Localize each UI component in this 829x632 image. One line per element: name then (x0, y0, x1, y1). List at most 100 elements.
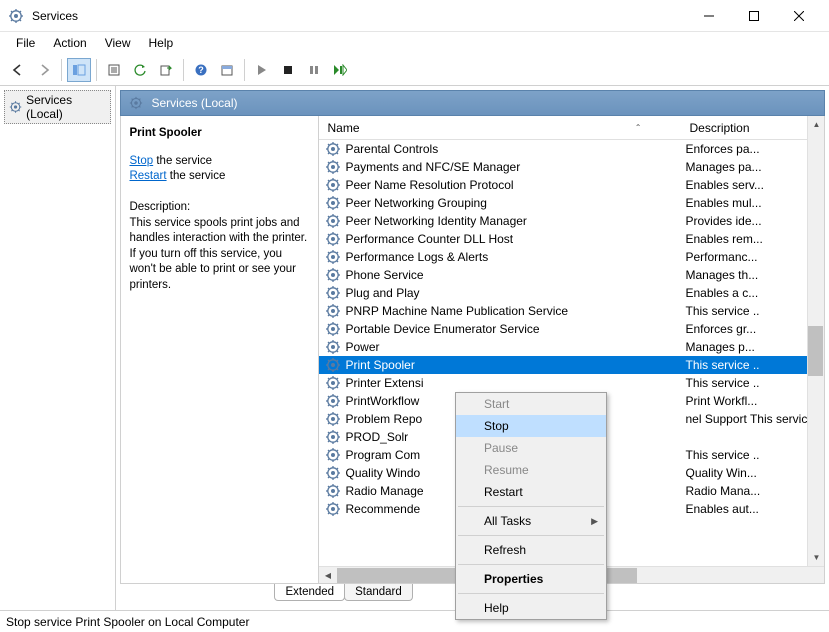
gear-icon (325, 321, 341, 337)
context-menu: StartStopPauseResumeRestartAll Tasks▶Ref… (455, 392, 607, 620)
refresh-button[interactable] (128, 58, 152, 82)
properties-button[interactable] (102, 58, 126, 82)
toolbar-button[interactable] (215, 58, 239, 82)
context-menu-item: Start (456, 393, 606, 415)
service-name: Peer Networking Identity Manager (345, 214, 681, 228)
pause-service-button[interactable] (302, 58, 326, 82)
service-row[interactable]: Printer ExtensiThis service .. (319, 374, 824, 392)
service-row[interactable]: Payments and NFC/SE ManagerManages pa... (319, 158, 824, 176)
restart-service-button[interactable] (328, 58, 352, 82)
close-button[interactable] (776, 1, 821, 31)
service-row[interactable]: Peer Networking Identity ManagerProvides… (319, 212, 824, 230)
service-description: nel Support This service .. (681, 412, 824, 426)
tab-extended[interactable]: Extended (274, 584, 345, 601)
service-row[interactable]: Performance Counter DLL HostEnables rem.… (319, 230, 824, 248)
export-button[interactable] (154, 58, 178, 82)
maximize-button[interactable] (731, 1, 776, 31)
gear-icon (325, 303, 341, 319)
detail-desc-label: Description: (129, 200, 310, 216)
list-header: Name ⌃ Description (319, 116, 824, 140)
service-description: Enforces pa... (681, 142, 824, 156)
service-name: Print Spooler (345, 358, 681, 372)
gear-icon (325, 285, 341, 301)
menu-file[interactable]: File (8, 34, 43, 52)
vertical-scrollbar[interactable]: ▲ ▼ (807, 116, 824, 566)
scroll-left-icon[interactable]: ◀ (319, 567, 336, 584)
detail-restart-line: Restart the service (129, 169, 310, 185)
service-description: Print Workfl... (681, 394, 824, 408)
scroll-down-icon[interactable]: ▼ (808, 549, 824, 566)
context-menu-item[interactable]: Stop (456, 415, 606, 437)
context-menu-item[interactable]: All Tasks▶ (456, 510, 606, 532)
gear-icon (325, 375, 341, 391)
service-row[interactable]: Peer Name Resolution ProtocolEnables ser… (319, 176, 824, 194)
service-row[interactable]: PNRP Machine Name Publication ServiceThi… (319, 302, 824, 320)
service-description: This service .. (681, 376, 824, 390)
service-description: Performanc... (681, 250, 824, 264)
scroll-up-icon[interactable]: ▲ (808, 116, 824, 133)
menu-action[interactable]: Action (45, 34, 94, 52)
service-name: Peer Networking Grouping (345, 196, 681, 210)
gear-icon (129, 96, 143, 110)
minimize-button[interactable] (686, 1, 731, 31)
service-description: Enables rem... (681, 232, 824, 246)
toolbar-separator (183, 59, 184, 81)
start-service-button[interactable] (250, 58, 274, 82)
column-description[interactable]: Description (681, 117, 824, 139)
scroll-thumb[interactable] (808, 326, 823, 376)
service-description: Manages th... (681, 268, 824, 282)
pane-header: Services (Local) (120, 90, 825, 116)
service-row[interactable]: Performance Logs & AlertsPerformanc... (319, 248, 824, 266)
gear-icon (325, 429, 341, 445)
stop-service-button[interactable] (276, 58, 300, 82)
context-menu-item[interactable]: Properties (456, 568, 606, 590)
toolbar-separator (61, 59, 62, 81)
tree-root-label: Services (Local) (26, 93, 106, 121)
context-menu-separator (458, 593, 604, 594)
service-name: Payments and NFC/SE Manager (345, 160, 681, 174)
detail-pane: Print Spooler Stop the service Restart t… (121, 116, 319, 583)
pane-header-label: Services (Local) (151, 96, 237, 110)
column-name[interactable]: Name ⌃ (319, 117, 681, 139)
menubar: File Action View Help (0, 32, 829, 54)
service-name: Peer Name Resolution Protocol (345, 178, 681, 192)
service-row[interactable]: Parental ControlsEnforces pa... (319, 140, 824, 158)
menu-help[interactable]: Help (141, 34, 182, 52)
statusbar: Stop service Print Spooler on Local Comp… (0, 610, 829, 632)
context-menu-item[interactable]: Restart (456, 481, 606, 503)
service-description: This service .. (681, 358, 824, 372)
stop-link[interactable]: Stop (129, 155, 153, 167)
back-button[interactable] (6, 58, 30, 82)
service-row[interactable]: Phone ServiceManages th... (319, 266, 824, 284)
gear-icon (325, 483, 341, 499)
tab-standard[interactable]: Standard (344, 584, 413, 601)
show-hide-tree-button[interactable] (67, 58, 91, 82)
service-row[interactable]: Portable Device Enumerator ServiceEnforc… (319, 320, 824, 338)
detail-service-name: Print Spooler (129, 126, 310, 142)
menu-view[interactable]: View (97, 34, 139, 52)
service-row[interactable]: Plug and PlayEnables a c... (319, 284, 824, 302)
service-name: Printer Extensi (345, 376, 681, 390)
service-description: This service .. (681, 304, 824, 318)
context-menu-item: Resume (456, 459, 606, 481)
forward-button[interactable] (32, 58, 56, 82)
gear-icon (9, 100, 22, 114)
tree-root[interactable]: Services (Local) (4, 90, 111, 124)
app-icon (8, 8, 24, 24)
svg-text:?: ? (198, 65, 204, 75)
toolbar-separator (96, 59, 97, 81)
help-button[interactable]: ? (189, 58, 213, 82)
service-row[interactable]: PowerManages p... (319, 338, 824, 356)
service-row[interactable]: Print SpoolerThis service .. (319, 356, 824, 374)
service-row[interactable]: Peer Networking GroupingEnables mul... (319, 194, 824, 212)
context-menu-item[interactable]: Refresh (456, 539, 606, 561)
context-menu-item[interactable]: Help (456, 597, 606, 619)
service-name: Performance Counter DLL Host (345, 232, 681, 246)
gear-icon (325, 249, 341, 265)
toolbar-separator (244, 59, 245, 81)
restart-link[interactable]: Restart (129, 170, 166, 182)
service-name: Plug and Play (345, 286, 681, 300)
titlebar: Services (0, 0, 829, 32)
gear-icon (325, 159, 341, 175)
context-menu-separator (458, 506, 604, 507)
